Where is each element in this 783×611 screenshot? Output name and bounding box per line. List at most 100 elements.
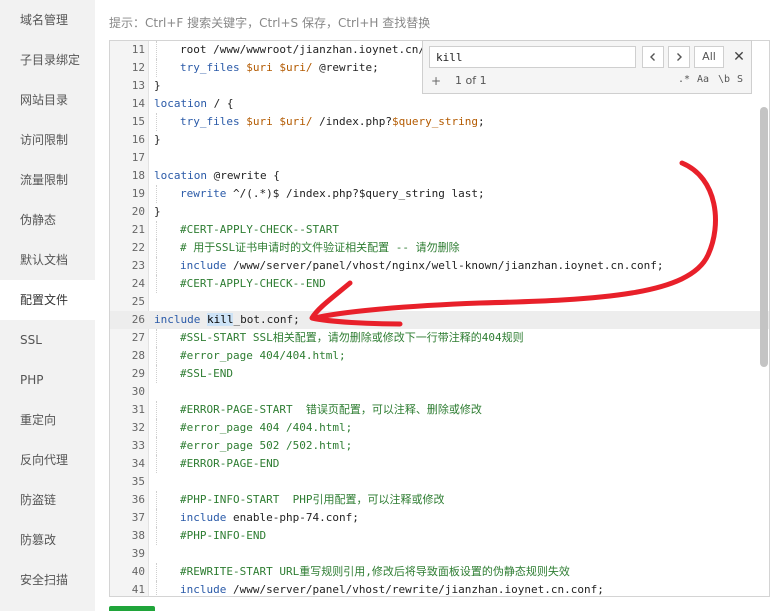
save-button[interactable] <box>109 606 155 611</box>
code-text: location / { <box>154 95 233 113</box>
indent-guide <box>156 329 157 347</box>
code-line[interactable]: 33 #error_page 502 /502.html; <box>110 437 769 455</box>
code-line[interactable]: 15 try_files $uri $uri/ /index.php?$query… <box>110 113 769 131</box>
find-all-button[interactable]: All <box>694 46 724 68</box>
code-line[interactable]: 36 #PHP-INFO-START PHP引用配置，可以注释或修改 <box>110 491 769 509</box>
code-text: #SSL-END <box>180 365 233 383</box>
code-token: /www/server/panel/vhost/rewrite/jianzhan… <box>232 583 604 596</box>
close-icon[interactable]: ✕ <box>729 46 749 68</box>
whole-word-toggle[interactable]: \b <box>718 74 730 85</box>
code-token: / { <box>206 97 234 110</box>
indent-guide <box>156 419 157 437</box>
code-line[interactable]: 32 #error_page 404 /404.html; <box>110 419 769 437</box>
code-token: #PHP-INFO-END <box>180 529 267 542</box>
sidebar-item[interactable]: 子目录绑定 <box>0 40 95 80</box>
sidebar-item[interactable]: PHP <box>0 360 95 400</box>
sidebar-item[interactable]: 防篡改 <box>0 520 95 560</box>
sidebar-item[interactable]: 反向代理 <box>0 440 95 480</box>
code-line[interactable]: 40 #REWRITE-START URL重写规则引用,修改后将导致面板设置的伪静… <box>110 563 769 581</box>
sidebar: 域名管理 子目录绑定 网站目录 访问限制 流量限制 伪静态 默认文档 配置文件 SSL PHP 重定… <box>0 0 95 611</box>
line-number: 16 <box>131 133 145 146</box>
code-token: $query_string <box>391 115 479 128</box>
sidebar-item[interactable]: 默认文档 <box>0 240 95 280</box>
code-line[interactable]: 34 #ERROR-PAGE-END <box>110 455 769 473</box>
code-token: #error_page 502 /502.html; <box>180 439 353 452</box>
code-line[interactable]: 37 include enable-php-74.conf; <box>110 509 769 527</box>
sidebar-item[interactable]: 配置文件 <box>0 280 95 320</box>
code-line[interactable]: 23 include /www/server/panel/vhost/nginx/… <box>110 257 769 275</box>
editor-scrollbar[interactable] <box>760 107 768 367</box>
code-line[interactable]: 14 location / { <box>110 95 769 113</box>
sidebar-item[interactable]: 网站目录 <box>0 80 95 120</box>
code-line[interactable]: 31 #ERROR-PAGE-START 错误页配置，可以注释、删除或修改 <box>110 401 769 419</box>
code-line[interactable]: 29 #SSL-END <box>110 365 769 383</box>
line-number: 33 <box>131 439 145 452</box>
code-text: #error_page 404/404.html; <box>180 347 346 365</box>
case-sensitive-toggle[interactable]: Aa <box>697 74 709 85</box>
code-text: #ERROR-PAGE-START 错误页配置，可以注释、删除或修改 <box>180 401 482 419</box>
code-line[interactable]: 20} <box>110 203 769 221</box>
sidebar-item[interactable]: 防盗链 <box>0 480 95 520</box>
code-token: #CERT-APPLY-CHECK--END <box>180 277 326 290</box>
next-match-button[interactable] <box>668 46 690 68</box>
sidebar-item[interactable]: SSL <box>0 320 95 360</box>
indent-guide <box>156 563 157 581</box>
code-text: rewrite ^/(.*)$ /index.php?$query_string… <box>180 185 485 203</box>
search-input[interactable] <box>429 46 636 68</box>
code-token: /index.php? <box>312 115 392 128</box>
code-line[interactable]: 28 #error_page 404/404.html; <box>110 347 769 365</box>
code-line[interactable]: 17 <box>110 149 769 167</box>
code-line[interactable]: 16} <box>110 131 769 149</box>
code-token: @rewrite; <box>312 61 379 74</box>
code-editor[interactable]: 11 root /www/wwwroot/jianzhan.ioynet.cn/1… <box>109 40 770 597</box>
code-line[interactable]: 19 rewrite ^/(.*)$ /index.php?$query_stri… <box>110 185 769 203</box>
line-number: 18 <box>131 169 145 182</box>
line-number: 32 <box>131 421 145 434</box>
shortcut-hint: 提示：Ctrl+F 搜索关键字，Ctrl+S 保存，Ctrl+H 查找替换 <box>109 16 431 30</box>
code-token: #ERROR-PAGE-START 错误页配置，可以注释、删除或修改 <box>180 403 482 416</box>
code-text: #PHP-INFO-START PHP引用配置，可以注释或修改 <box>180 491 444 509</box>
indent-guide <box>156 41 157 59</box>
code-line[interactable]: 38 #PHP-INFO-END <box>110 527 769 545</box>
code-line[interactable]: 22 # 用于SSL证书申请时的文件验证相关配置 -- 请勿删除 <box>110 239 769 257</box>
code-line[interactable]: 26 include kill_bot.conf; <box>110 311 769 329</box>
code-token: #error_page 404 /404.html; <box>180 421 353 434</box>
code-token: _bot.conf; <box>233 313 300 326</box>
line-number: 21 <box>131 223 145 236</box>
line-number: 19 <box>131 187 145 200</box>
code-line[interactable]: 21 #CERT-APPLY-CHECK--START <box>110 221 769 239</box>
code-line[interactable]: 41 include /www/server/panel/vhost/rewrit… <box>110 581 769 596</box>
indent-guide <box>156 509 157 527</box>
previous-match-button[interactable] <box>642 46 664 68</box>
line-number: 11 <box>131 43 145 56</box>
code-token: #PHP-INFO-START PHP引用配置，可以注释或修改 <box>180 493 445 506</box>
regex-toggle[interactable]: .* <box>678 74 690 85</box>
code-line[interactable]: 35 <box>110 473 769 491</box>
code-line[interactable]: 39 <box>110 545 769 563</box>
code-token: #ERROR-PAGE-END <box>180 457 280 470</box>
code-token: try_files <box>180 61 247 74</box>
code-line[interactable]: 27 #SSL-START SSL相关配置，请勿删除或修改下一行带注释的404规则 <box>110 329 769 347</box>
code-line[interactable]: 18 location @rewrite { <box>110 167 769 185</box>
code-lines[interactable]: 11 root /www/wwwroot/jianzhan.ioynet.cn/1… <box>110 41 769 596</box>
code-token: ^/(.*)$ /index.php?$query_string last; <box>232 187 485 200</box>
indent-guide <box>156 185 157 203</box>
sidebar-item[interactable]: 流量限制 <box>0 160 95 200</box>
code-line[interactable]: 25 <box>110 293 769 311</box>
toggle-replace-button[interactable]: + <box>431 74 441 88</box>
line-number: 34 <box>131 457 145 470</box>
sidebar-item[interactable]: 重定向 <box>0 400 95 440</box>
code-text: include kill_bot.conf; <box>154 311 300 329</box>
sidebar-item[interactable]: 安全扫描 <box>0 560 95 600</box>
code-line[interactable]: 30 <box>110 383 769 401</box>
sidebar-item[interactable]: 访问限制 <box>0 120 95 160</box>
code-token: include <box>154 313 207 326</box>
sidebar-item[interactable]: 域名管理 <box>0 0 95 40</box>
sidebar-item[interactable]: 伪静态 <box>0 200 95 240</box>
in-selection-toggle[interactable]: S <box>737 74 743 85</box>
code-token: #SSL-END <box>180 367 233 380</box>
code-text: } <box>154 203 161 221</box>
code-text: root /www/wwwroot/jianzhan.ioynet.cn/ <box>180 41 425 59</box>
line-number: 39 <box>131 547 145 560</box>
code-line[interactable]: 24 #CERT-APPLY-CHECK--END <box>110 275 769 293</box>
